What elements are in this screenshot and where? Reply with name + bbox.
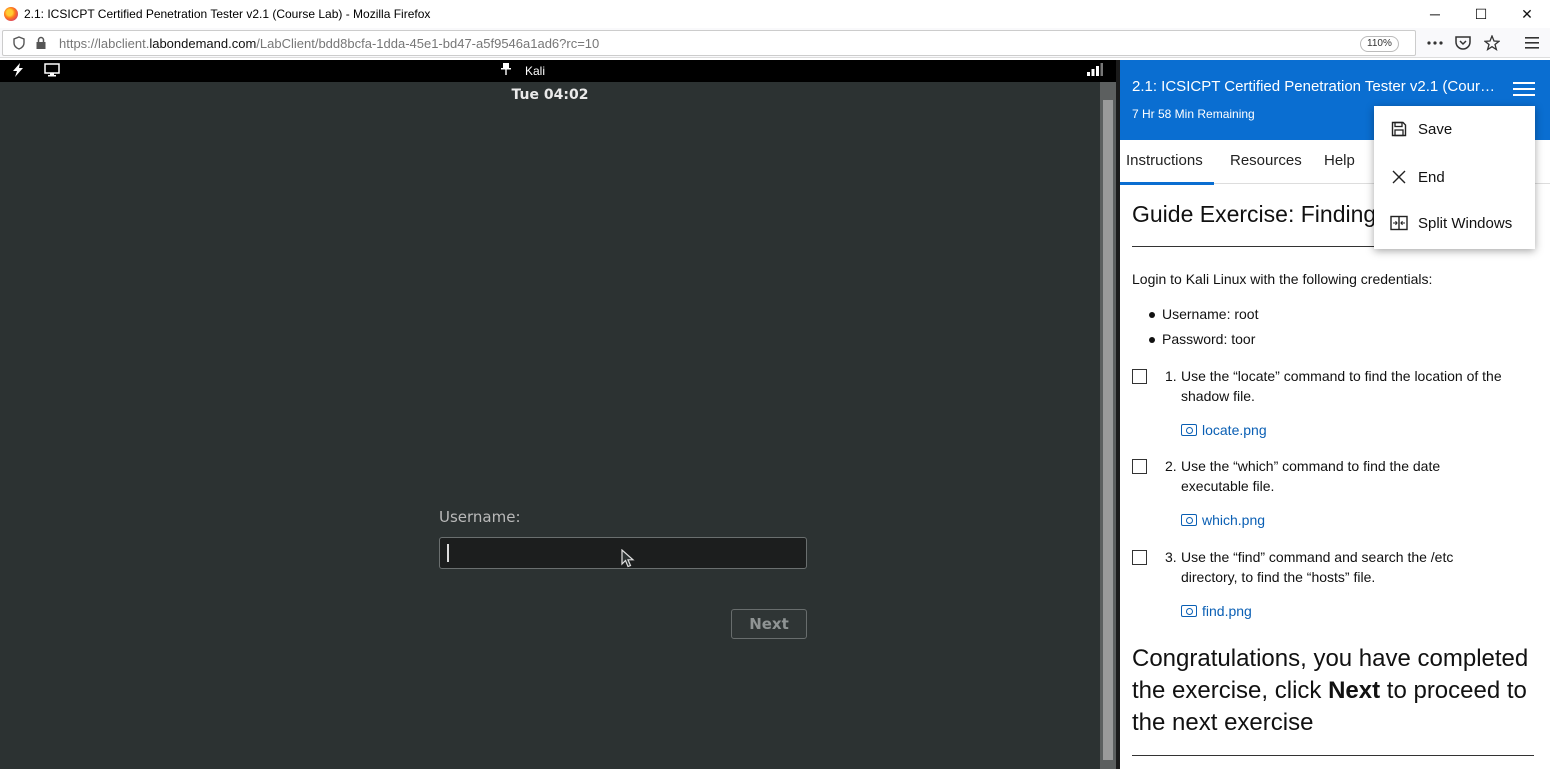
url-field[interactable]: https://labclient.labondemand.com/LabCli… xyxy=(2,30,1416,56)
vm-display[interactable]: Kali Tue 04:02 Username: Next xyxy=(0,60,1116,769)
menu-split-windows-label: Split Windows xyxy=(1418,214,1513,232)
step-3-checkbox[interactable] xyxy=(1132,550,1147,565)
url-domain: labondemand.com xyxy=(149,35,257,51)
lock-icon[interactable] xyxy=(33,35,49,51)
url-text[interactable]: https://labclient.labondemand.com/LabCli… xyxy=(59,36,599,51)
pocket-icon[interactable] xyxy=(1453,33,1473,53)
credential-username: Username: root xyxy=(1148,306,1259,322)
minimize-button[interactable]: ─ xyxy=(1412,0,1458,28)
vm-scrollbar-thumb[interactable] xyxy=(1103,100,1113,760)
lightning-icon[interactable] xyxy=(12,63,24,80)
close-icon xyxy=(1389,167,1409,187)
vm-topbar: Kali xyxy=(0,60,1116,82)
step-1-text: Use the “locate” command to find the loc… xyxy=(1181,368,1502,404)
panel-dropdown-menu: Save End Split Windows xyxy=(1374,106,1535,249)
congrats-message: Congratulations, you have completed the … xyxy=(1132,643,1542,739)
which-image-link[interactable]: which.png xyxy=(1181,512,1265,528)
close-window-button[interactable]: ✕ xyxy=(1504,0,1550,28)
step-1-checkbox[interactable] xyxy=(1132,369,1147,384)
app-menu-icon[interactable] xyxy=(1522,33,1542,53)
pin-icon[interactable] xyxy=(501,63,511,78)
step-2-number: 2. xyxy=(1165,458,1177,474)
shield-icon[interactable] xyxy=(11,35,27,51)
step-3-text: Use the “find” command and search the /e… xyxy=(1181,549,1454,585)
vm-topbar-label: Kali xyxy=(525,64,546,78)
step-1-number: 1. xyxy=(1165,368,1177,384)
congrats-next-word: Next xyxy=(1328,677,1381,704)
step-2-text: Use the “which” command to find the date… xyxy=(1181,458,1441,494)
login-next-button[interactable]: Next xyxy=(731,609,807,639)
menu-save-label: Save xyxy=(1418,120,1453,138)
find-image-link[interactable]: find.png xyxy=(1181,603,1252,619)
firefox-icon xyxy=(4,7,18,21)
camera-icon xyxy=(1181,424,1197,436)
intro-text: Login to Kali Linux with the following c… xyxy=(1132,271,1433,287)
tab-instructions[interactable]: Instructions xyxy=(1120,152,1214,185)
menu-end-label: End xyxy=(1418,168,1445,186)
save-icon xyxy=(1389,119,1409,139)
window-titlebar: 2.1: ICSICPT Certified Penetration Teste… xyxy=(0,0,1550,28)
exercise-heading: Guide Exercise: Finding xyxy=(1132,201,1377,227)
which-image-label: which.png xyxy=(1202,512,1266,528)
menu-save[interactable]: Save xyxy=(1374,109,1535,149)
menu-end[interactable]: End xyxy=(1374,157,1535,197)
step-3-number: 3. xyxy=(1165,549,1177,565)
find-image-label: find.png xyxy=(1202,603,1252,619)
url-path: /LabClient/bdd8bcfa-1dda-45e1-bd47-a5f95… xyxy=(256,35,600,51)
username-label: Username: xyxy=(439,508,521,526)
browser-toolbar: https://labclient.labondemand.com/LabCli… xyxy=(0,28,1550,58)
url-prefix: https://labclient. xyxy=(59,35,150,51)
mouse-cursor-icon xyxy=(621,548,635,574)
lab-title: 2.1: ICSICPT Certified Penetration Teste… xyxy=(1132,78,1498,95)
step-2-checkbox[interactable] xyxy=(1132,459,1147,474)
vm-clock: Tue 04:02 xyxy=(511,87,589,103)
locate-image-label: locate.png xyxy=(1202,422,1267,438)
zoom-badge[interactable]: 110% xyxy=(1360,36,1399,52)
bookmark-star-icon[interactable] xyxy=(1482,33,1502,53)
vm-scrollbar[interactable] xyxy=(1100,82,1116,769)
camera-icon xyxy=(1181,605,1197,617)
window-title: 2.1: ICSICPT Certified Penetration Teste… xyxy=(24,7,431,21)
credential-password: Password: toor xyxy=(1148,331,1256,347)
panel-menu-icon[interactable] xyxy=(1513,80,1535,98)
signal-icon xyxy=(1087,63,1103,79)
maximize-button[interactable]: ☐ xyxy=(1458,0,1504,28)
tab-help[interactable]: Help xyxy=(1324,152,1355,169)
menu-split-windows[interactable]: Split Windows xyxy=(1374,203,1535,243)
camera-icon xyxy=(1181,514,1197,526)
tab-resources[interactable]: Resources xyxy=(1230,152,1302,169)
split-windows-icon xyxy=(1389,213,1409,233)
text-caret xyxy=(447,544,449,562)
monitor-icon[interactable] xyxy=(44,63,60,80)
bottom-divider xyxy=(1132,755,1534,756)
more-actions-icon[interactable] xyxy=(1425,33,1445,53)
locate-image-link[interactable]: locate.png xyxy=(1181,422,1267,438)
time-remaining: 7 Hr 58 Min Remaining xyxy=(1132,107,1255,121)
